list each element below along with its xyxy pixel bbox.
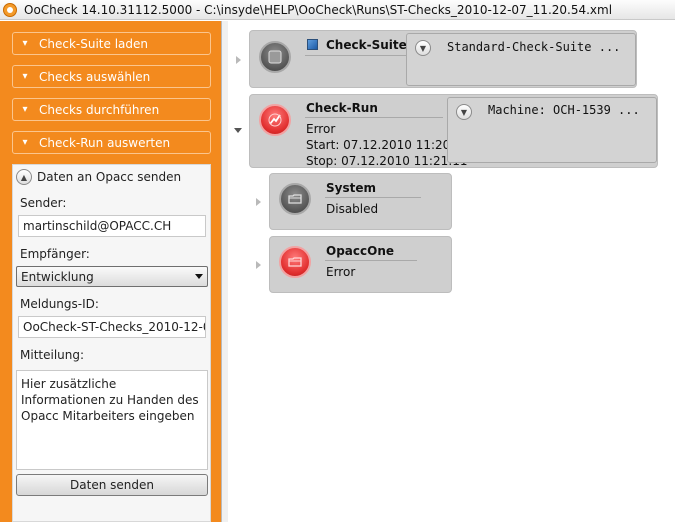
spark-icon <box>259 104 291 136</box>
chevron-down-icon[interactable]: ▼ <box>456 104 472 120</box>
cube-icon <box>259 41 291 73</box>
send-panel-header[interactable]: ▲ Daten an Opacc senden <box>13 165 210 189</box>
check-run-detail-text: Machine: OCH-1539 ... <box>488 103 640 117</box>
check-suite-detail: ▼ Standard-Check-Suite ... <box>406 33 636 86</box>
message-label: Mitteilung: <box>20 348 85 362</box>
title-underline <box>305 117 443 118</box>
chevron-up-icon[interactable]: ▲ <box>16 169 32 185</box>
recipient-value: Entwicklung <box>21 269 94 284</box>
message-id-label: Meldungs-ID: <box>20 297 99 311</box>
splitter[interactable] <box>221 21 228 522</box>
accordion-checks-durchfuehren[interactable]: ▾ Checks durchführen <box>12 98 211 121</box>
folder-icon <box>279 246 311 278</box>
sender-label: Sender: <box>20 196 67 210</box>
accordion-check-run-auswerten[interactable]: ▾ Check-Run auswerten <box>12 131 211 154</box>
chevron-down-icon: ▾ <box>22 38 28 49</box>
sender-field[interactable]: martinschild@OPACC.CH <box>18 215 206 237</box>
check-suite-node[interactable]: Check-Suite ▼ Standard-Check-Suite ... <box>249 30 637 88</box>
title-underline <box>325 260 417 261</box>
system-title: System <box>326 181 376 195</box>
recipient-select[interactable]: Entwicklung <box>16 266 208 287</box>
accordion-check-suite-laden[interactable]: ▾ Check-Suite laden <box>12 32 211 55</box>
chevron-down-icon: ▾ <box>22 137 28 148</box>
accordion-checks-auswaehlen[interactable]: ▾ Checks auswählen <box>12 65 211 88</box>
sidebar: ▾ Check-Suite laden ▾ Checks auswählen ▾… <box>0 21 221 522</box>
accordion-label: Checks durchführen <box>39 102 160 117</box>
opaccone-node[interactable]: OpaccOne Error <box>269 236 452 293</box>
folder-icon <box>279 183 311 215</box>
recipient-label: Empfänger: <box>20 247 90 261</box>
message-textarea[interactable]: Hier zusätzliche Informationen zu Handen… <box>16 370 208 470</box>
chevron-down-icon[interactable]: ▼ <box>415 40 431 56</box>
check-suite-title: Check-Suite <box>326 38 407 52</box>
collapse-check-run-icon[interactable] <box>234 128 242 133</box>
opaccone-title: OpaccOne <box>326 244 394 258</box>
send-data-panel: ▲ Daten an Opacc senden Sender: martinsc… <box>12 164 211 522</box>
checkbox-checked-icon[interactable] <box>307 39 318 50</box>
accordion-label: Check-Suite laden <box>39 36 148 51</box>
check-suite-detail-text: Standard-Check-Suite ... <box>447 40 621 54</box>
send-panel-title: Daten an Opacc senden <box>37 170 182 184</box>
app-icon <box>3 2 17 17</box>
check-run-start: Start: 07.12.2010 11:20:54 <box>306 138 470 152</box>
check-run-status: Error <box>306 122 336 136</box>
system-status: Disabled <box>326 202 379 216</box>
accordion-label: Checks auswählen <box>39 69 151 84</box>
expand-system-icon[interactable] <box>256 198 261 206</box>
system-node[interactable]: System Disabled <box>269 173 452 230</box>
check-run-detail: ▼ Machine: OCH-1539 ... <box>447 97 657 163</box>
title-bar: OoCheck 14.10.31112.5000 - C:\insyde\HEL… <box>0 0 675 20</box>
accordion-label: Check-Run auswerten <box>39 135 171 150</box>
dropdown-arrow-icon <box>195 274 203 279</box>
results-tree: Check-Suite ▼ Standard-Check-Suite ... C… <box>228 21 675 522</box>
chevron-down-icon: ▾ <box>22 104 28 115</box>
opaccone-status: Error <box>326 265 356 279</box>
check-run-node[interactable]: Check-Run Error Start: 07.12.2010 11:20:… <box>249 94 658 168</box>
chevron-down-icon: ▾ <box>22 71 28 82</box>
title-underline <box>325 197 421 198</box>
expand-opaccone-icon[interactable] <box>256 261 261 269</box>
check-run-stop: Stop: 07.12.2010 11:21:11 <box>306 154 468 168</box>
check-run-title: Check-Run <box>306 101 378 115</box>
expand-check-suite-icon[interactable] <box>236 56 241 64</box>
message-id-field[interactable]: OoCheck-ST-Checks_2010-12-07_1 <box>18 316 206 338</box>
window-title: OoCheck 14.10.31112.5000 - C:\insyde\HEL… <box>24 2 613 17</box>
send-data-button[interactable]: Daten senden <box>16 474 208 496</box>
